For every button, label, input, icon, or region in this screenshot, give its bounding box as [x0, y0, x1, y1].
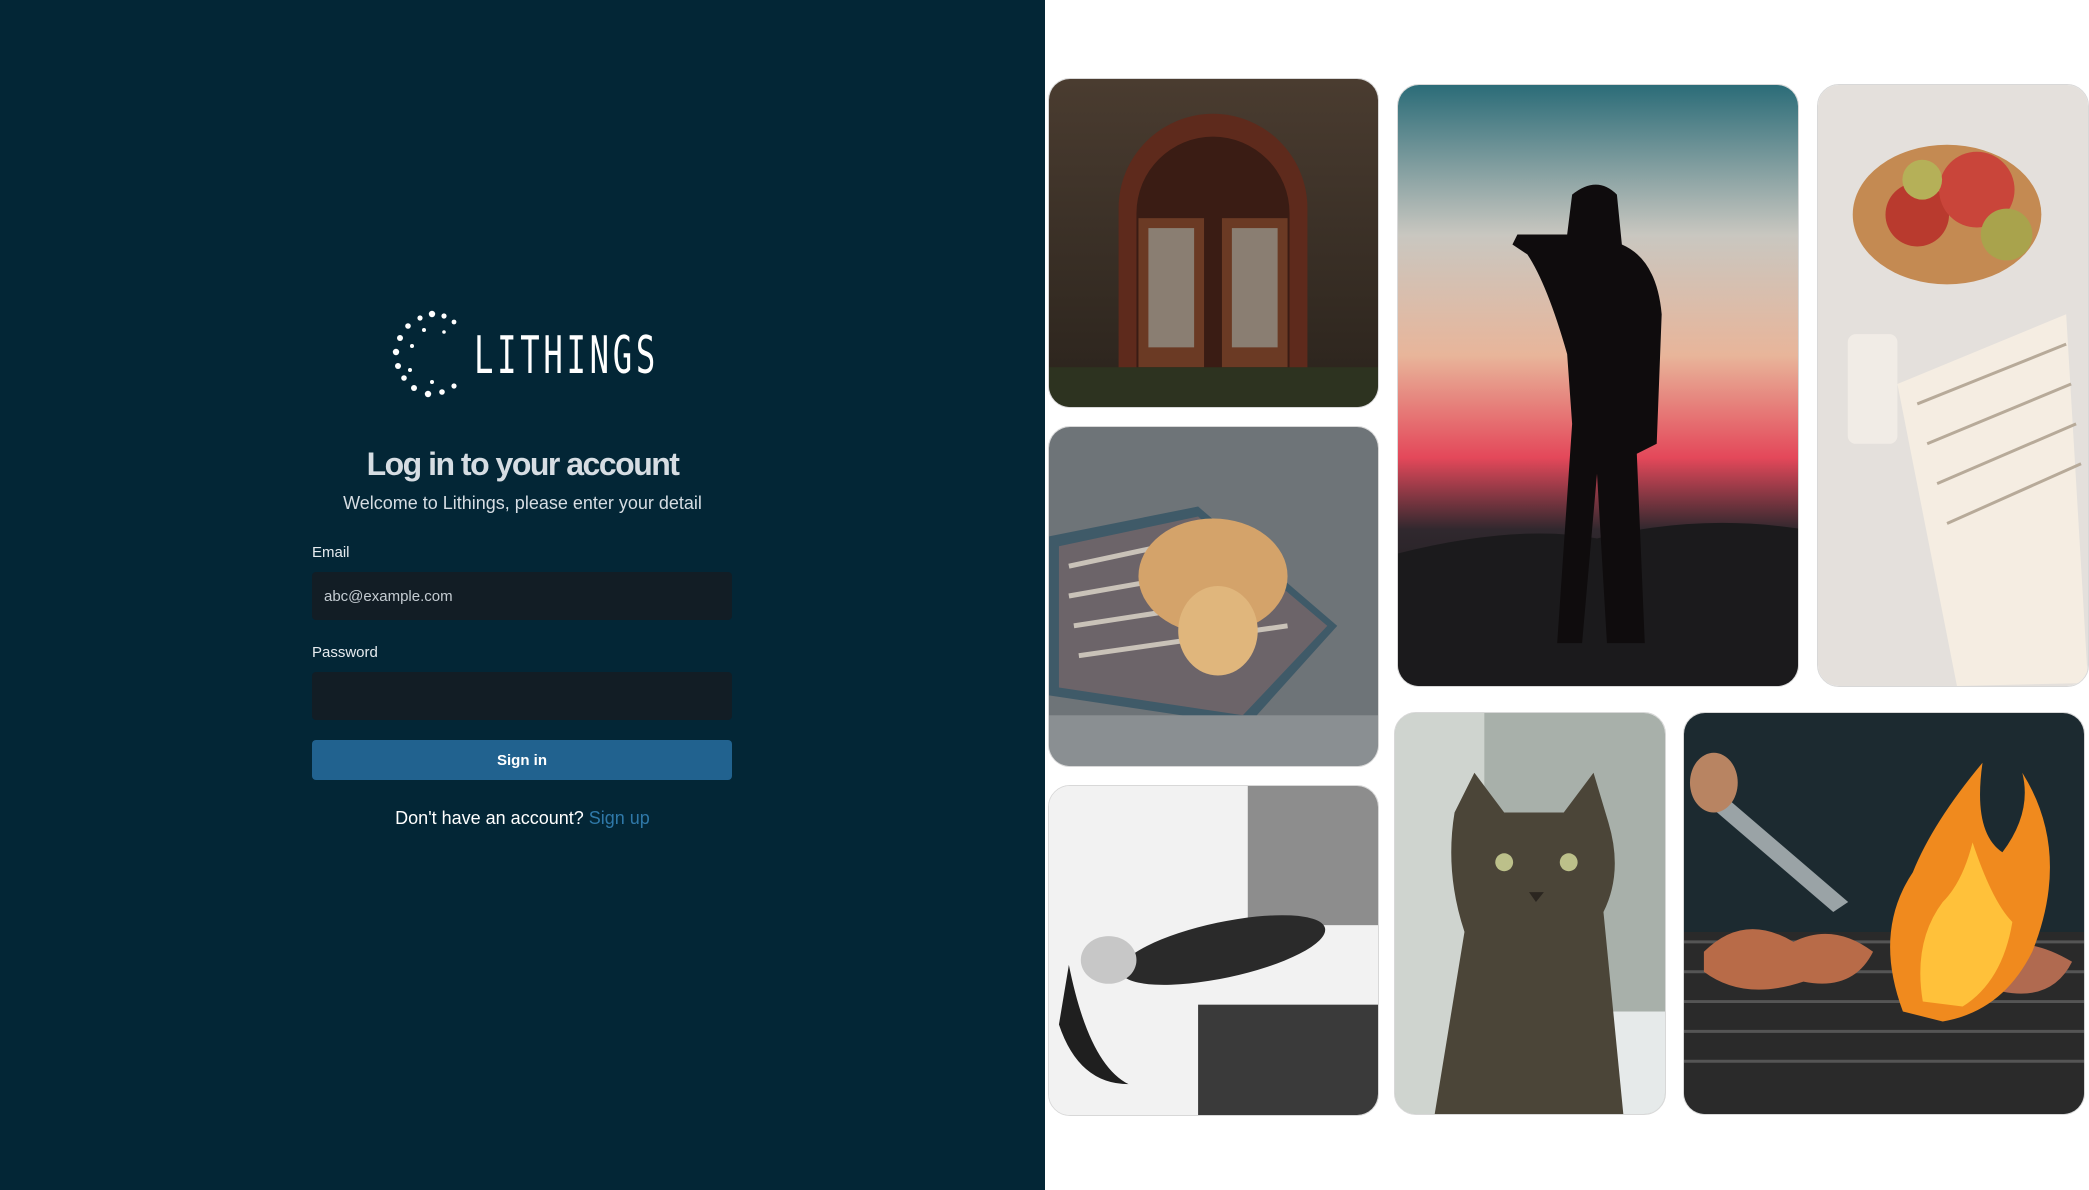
- page-subtitle: Welcome to Lithings, please enter your d…: [343, 493, 702, 513]
- email-label: Email: [312, 544, 350, 561]
- dots-ring-icon: [392, 310, 457, 398]
- page-title: Log in to your account: [366, 446, 680, 482]
- sign-up-link[interactable]: Sign up: [589, 808, 650, 828]
- signup-prompt: Don't have an account? Sign up: [0, 808, 1045, 829]
- gallery-image-tabby-cat: [1394, 712, 1666, 1115]
- gallery-image-apples-and-book: [1817, 84, 2089, 687]
- sign-in-button[interactable]: Sign in: [312, 740, 732, 780]
- password-label: Password: [312, 644, 378, 661]
- email-field[interactable]: [312, 572, 732, 620]
- gallery-image-woman-lying-down: [1048, 785, 1379, 1116]
- lithings-logo: LITHINGS: [388, 310, 658, 402]
- password-field[interactable]: [312, 672, 732, 720]
- gallery-image-arched-window: [1048, 78, 1379, 408]
- gallery-image-grill-fire: [1683, 712, 2085, 1115]
- login-panel: LITHINGS Log in to your account Welcome …: [0, 0, 1045, 1190]
- logo-wordmark: LITHINGS: [474, 326, 660, 386]
- gallery-image-puppy-on-rug: [1048, 426, 1379, 767]
- no-account-text: Don't have an account?: [395, 808, 584, 828]
- gallery-image-photographer-silhouette: [1397, 84, 1799, 687]
